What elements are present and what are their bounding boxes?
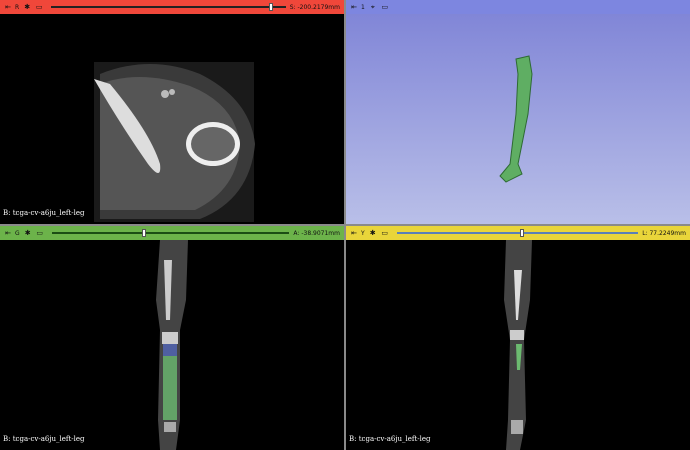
yellow-slice-offset: L: 77.2249mm xyxy=(642,229,686,237)
yellow-slice-view[interactable]: ⇤ Y ✱ ▭ L: 77.2249mm B: tcga-cv-a6ju_lef… xyxy=(346,226,690,450)
yellow-slider-thumb[interactable] xyxy=(519,229,524,237)
threed-view[interactable]: ⇤ 1 ⌖ ▭ xyxy=(346,0,690,224)
pin-icon[interactable]: ⇤ xyxy=(350,229,358,237)
coronal-ct-image xyxy=(156,240,188,450)
red-slider-thumb[interactable] xyxy=(269,3,274,11)
yellow-slice-slider[interactable] xyxy=(396,229,639,237)
green-view-controller-bar: ⇤ G ✱ ▭ A: -38.9071mm xyxy=(0,226,344,240)
threed-view-controller-bar: ⇤ 1 ⌖ ▭ xyxy=(346,0,690,14)
threed-view-letter: 1 xyxy=(361,3,365,11)
green-slice-slider[interactable] xyxy=(51,229,290,237)
sagittal-ct-image xyxy=(504,240,532,450)
yellow-view-caption: B: tcga-cv-a6ju_left-leg xyxy=(349,435,431,443)
link-icon[interactable]: ✱ xyxy=(369,229,377,237)
axial-ct-image xyxy=(94,62,255,222)
link-icon[interactable]: ✱ xyxy=(23,3,31,11)
horizontal-divider[interactable] xyxy=(0,224,690,226)
green-slider-thumb[interactable] xyxy=(142,229,146,237)
maximize-view-icon[interactable]: ▭ xyxy=(36,229,44,237)
green-slice-view[interactable]: ⇤ G ✱ ▭ A: -38.9071mm B: tcga-cv-a6ju_le… xyxy=(0,226,344,450)
red-view-caption: B: tcga-cv-a6ju_left-leg xyxy=(3,209,85,217)
maximize-view-icon[interactable]: ▭ xyxy=(381,3,389,11)
tibia-3d-model xyxy=(499,55,533,183)
yellow-view-controller-bar: ⇤ Y ✱ ▭ L: 77.2249mm xyxy=(346,226,690,240)
red-slice-view[interactable]: ⇤ R ✱ ▭ S: -200.2179mm B: tcga-cv-a6ju_l… xyxy=(0,0,344,224)
crosshair-icon[interactable]: ⌖ xyxy=(369,3,377,11)
pin-icon[interactable]: ⇤ xyxy=(4,229,12,237)
link-icon[interactable]: ✱ xyxy=(24,229,32,237)
pin-icon[interactable]: ⇤ xyxy=(4,3,12,11)
red-view-controller-bar: ⇤ R ✱ ▭ S: -200.2179mm xyxy=(0,0,344,14)
red-slice-slider[interactable] xyxy=(51,3,286,11)
red-view-letter: R xyxy=(15,3,20,11)
maximize-view-icon[interactable]: ▭ xyxy=(381,229,389,237)
green-view-caption: B: tcga-cv-a6ju_left-leg xyxy=(3,435,85,443)
red-slice-offset: S: -200.2179mm xyxy=(289,3,340,11)
pin-icon[interactable]: ⇤ xyxy=(350,3,358,11)
yellow-view-letter: Y xyxy=(361,229,365,237)
green-slice-offset: A: -38.9071mm xyxy=(293,229,340,237)
green-view-letter: G xyxy=(15,229,20,237)
maximize-view-icon[interactable]: ▭ xyxy=(35,3,43,11)
